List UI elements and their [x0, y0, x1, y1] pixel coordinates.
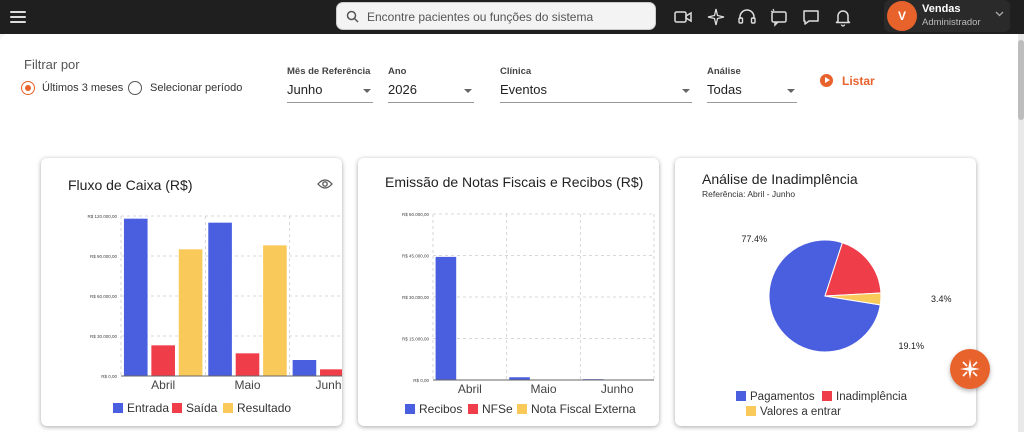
y-tick-label: R$ 60.000,00	[90, 294, 118, 299]
x-tick-label: Junho	[601, 382, 634, 396]
legend-label: Nota Fiscal Externa	[531, 402, 636, 416]
y-tick-label: R$ 30.000,00	[90, 334, 118, 339]
caret-down-icon	[787, 89, 795, 93]
default-chart: 77.4% 19.1% 3.4% Pagamentos Inadimplência Val…	[736, 234, 952, 418]
legend-swatch	[517, 404, 527, 414]
legend-label: Entrada	[127, 401, 169, 415]
scrollbar-thumb[interactable]	[1018, 40, 1024, 120]
bar-entrada	[123, 218, 148, 376]
legend-label: Recibos	[419, 402, 462, 416]
default-card: Análise de Inadimplência Referência: Abr…	[675, 158, 976, 426]
sparkle-icon[interactable]	[705, 6, 727, 28]
y-tick-label: R$ 120.000,00	[87, 214, 117, 219]
user-role: Administrador	[922, 17, 981, 28]
analysis-label: Análise	[707, 66, 741, 77]
analysis-select[interactable]: Todas	[707, 79, 797, 103]
year-select[interactable]: 2026	[388, 79, 474, 103]
bar-resultado	[263, 245, 287, 376]
radio-last-3-months[interactable]	[21, 81, 35, 95]
caret-down-icon	[464, 89, 472, 93]
legend-swatch	[223, 403, 233, 413]
bar-saída	[235, 353, 260, 376]
fab-button[interactable]	[950, 349, 990, 389]
legend-swatch	[405, 404, 415, 414]
radio-select-period-label[interactable]: Selecionar período	[150, 82, 242, 94]
legend-label: NFSe	[482, 402, 513, 416]
bar-entrada	[292, 360, 317, 376]
radio-last-3-months-label[interactable]: Últimos 3 meses	[42, 82, 123, 94]
user-name: Vendas	[922, 3, 961, 15]
top-bar: Encontre pacientes ou funções do sistema…	[0, 0, 1024, 34]
bar-saída	[320, 369, 342, 376]
cashflow-chart: R$ 0,00 R$ 30.000,00 R$ 60.000,00 R$ 90.000…	[87, 214, 342, 415]
pie-value-label: 3.4%	[931, 294, 952, 304]
play-icon	[820, 74, 833, 87]
y-tick-label: R$ 0,00	[101, 374, 117, 379]
search-placeholder: Encontre pacientes ou funções do sistema	[367, 10, 594, 24]
bar-saída	[151, 345, 175, 376]
avatar: V	[887, 1, 917, 31]
legend-swatch	[468, 404, 478, 414]
caret-down-icon	[363, 89, 371, 93]
y-tick-label: R$ 45.000,00	[402, 254, 430, 259]
feedback-icon[interactable]	[768, 6, 790, 28]
x-tick-label: Maio	[234, 378, 260, 392]
cashflow-card: Fluxo de Caixa (R$) R$ 0,00 R$ 30.000,00 R…	[41, 158, 342, 426]
clinic-label: Clínica	[500, 66, 532, 77]
headset-icon[interactable]	[736, 6, 758, 28]
legend-swatch	[172, 403, 182, 413]
radio-select-period[interactable]	[128, 81, 142, 95]
legend-swatch	[822, 391, 832, 401]
x-tick-label: Abril	[151, 378, 175, 392]
y-tick-label: R$ 30.000,00	[402, 295, 430, 300]
pie-value-label: 77.4%	[741, 234, 767, 244]
y-tick-label: R$ 0,00	[413, 378, 429, 383]
bar-entrada	[208, 222, 232, 376]
legend-label: Valores a entrar	[760, 406, 841, 418]
month-value: Junho	[287, 82, 323, 97]
sparkle-icon	[960, 359, 980, 379]
month-label: Mês de Referência	[287, 66, 371, 77]
year-value: 2026	[388, 82, 417, 97]
legend-swatch	[113, 403, 123, 413]
analysis-value: Todas	[707, 82, 742, 97]
caret-down-icon	[682, 89, 690, 93]
month-select[interactable]: Junho	[287, 79, 373, 103]
invoices-chart: R$ 0,00 R$ 15.000,00 R$ 30.000,00 R$ 45.000…	[402, 212, 655, 416]
y-tick-label: R$ 90.000,00	[90, 254, 118, 259]
list-button-label: Listar	[842, 74, 875, 88]
chevron-down-icon	[995, 11, 1004, 17]
clinic-select[interactable]: Eventos	[500, 79, 692, 103]
video-icon[interactable]	[672, 6, 694, 28]
chat-icon[interactable]	[800, 6, 822, 28]
clinic-value: Eventos	[500, 82, 547, 97]
x-tick-label: Maio	[530, 382, 556, 396]
year-label: Ano	[388, 66, 407, 77]
legend-swatch	[736, 391, 746, 401]
filter-title: Filtrar por	[24, 57, 80, 72]
y-tick-label: R$ 60.000,00	[402, 212, 430, 217]
search-icon	[346, 10, 359, 23]
user-menu[interactable]: V Vendas Administrador	[884, 0, 1010, 32]
x-tick-label: Abril	[458, 382, 482, 396]
search-input[interactable]: Encontre pacientes ou funções do sistema	[336, 2, 656, 30]
invoices-card: Emissão de Notas Fiscais e Recibos (R$) …	[358, 158, 659, 426]
bar-recibos	[435, 256, 457, 380]
bar-resultado	[178, 249, 203, 376]
y-tick-label: R$ 15.000,00	[402, 337, 430, 342]
menu-icon[interactable]	[10, 8, 26, 24]
legend-label: Pagamentos	[750, 391, 815, 403]
bell-icon[interactable]	[832, 6, 854, 28]
legend-swatch	[746, 406, 756, 416]
legend-label: Resultado	[237, 401, 291, 415]
pie-value-label: 19.1%	[898, 341, 924, 351]
legend-label: Inadimplência	[836, 391, 908, 403]
x-tick-label: Junho	[315, 378, 342, 392]
legend-label: Saída	[186, 401, 218, 415]
